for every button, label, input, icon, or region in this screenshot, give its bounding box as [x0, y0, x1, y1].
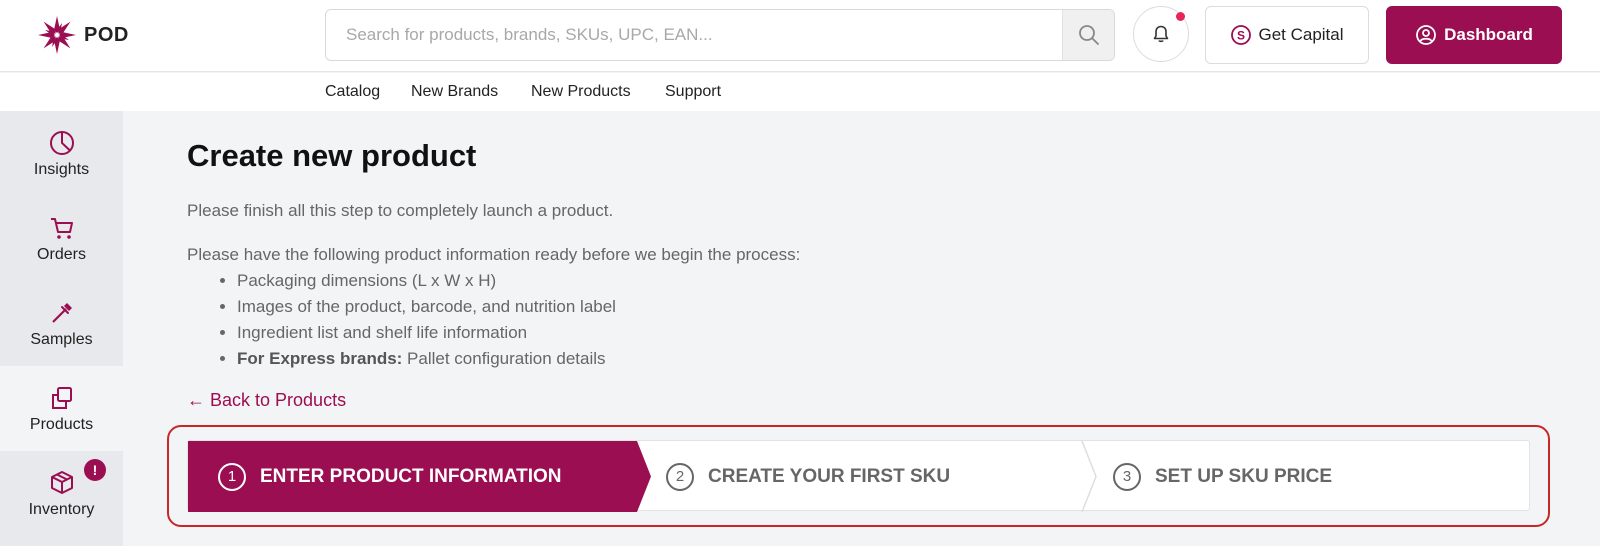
notification-dot [1176, 12, 1185, 21]
sidebar-item-label: Insights [33, 160, 90, 178]
search-button[interactable] [1062, 10, 1114, 60]
step-create-first-sku[interactable]: 2 CREATE YOUR FIRST SKU [666, 441, 950, 512]
subnav-catalog[interactable]: Catalog [325, 83, 380, 101]
pie-chart-icon [49, 130, 74, 155]
sidebar-item-label: Samples [30, 330, 93, 348]
copy-icon [51, 386, 72, 409]
step-label: ENTER PRODUCT INFORMATION [260, 465, 562, 487]
sidebar-item-products[interactable]: Products [0, 366, 123, 451]
step-number: 1 [218, 462, 246, 491]
pod-flower-icon [38, 16, 76, 54]
sidebar-item-orders[interactable]: Orders [0, 196, 123, 281]
sidebar-item-label: Orders [37, 245, 86, 263]
bell-icon [1153, 25, 1169, 43]
alert-badge: ! [84, 459, 106, 481]
svg-text:S: S [1237, 29, 1245, 43]
sidebar-item-label: Inventory [28, 500, 95, 518]
search-icon [1078, 25, 1099, 45]
progress-stepper: 1 ENTER PRODUCT INFORMATION 2 CREATE YOU… [187, 440, 1530, 512]
sub-navigation: Catalog New Brands New Products Support [0, 73, 1600, 111]
sidebar-item-samples[interactable]: Samples [0, 281, 123, 366]
subnav-new-brands[interactable]: New Brands [411, 83, 498, 101]
get-capital-label: Get Capital [1258, 25, 1344, 44]
requirements-list: Packaging dimensions (L x W x H) Images … [237, 271, 616, 375]
express-label: For Express brands: [237, 349, 403, 368]
list-item: Ingredient list and shelf life informati… [237, 323, 616, 349]
box-icon [50, 470, 73, 494]
search-input[interactable] [326, 10, 1061, 60]
user-circle-icon [1416, 25, 1436, 45]
logo[interactable]: POD [36, 14, 129, 56]
page-title: Create new product [187, 138, 477, 173]
step-label: SET UP SKU PRICE [1155, 465, 1333, 487]
list-item: Images of the product, barcode, and nutr… [237, 297, 616, 323]
express-text: Pallet configuration details [402, 349, 606, 368]
cart-icon [50, 217, 73, 239]
logo-text: POD [84, 23, 129, 46]
subnav-support[interactable]: Support [665, 83, 721, 101]
subnav-new-products[interactable]: New Products [531, 83, 631, 101]
list-item: Packaging dimensions (L x W x H) [237, 271, 616, 297]
step-set-up-sku-price[interactable]: 3 SET UP SKU PRICE [1113, 441, 1332, 512]
prep-text: Please have the following product inform… [187, 245, 801, 264]
dollar-circle-icon: S [1231, 25, 1252, 45]
dashboard-label: Dashboard [1444, 25, 1533, 44]
sidebar-item-insights[interactable]: Insights [0, 111, 123, 196]
step-number: 2 [666, 462, 694, 491]
step-number: 3 [1113, 462, 1141, 491]
sidebar-item-label: Products [29, 415, 94, 433]
get-capital-button[interactable]: S Get Capital [1205, 6, 1369, 64]
intro-text: Please finish all this step to completel… [187, 201, 614, 220]
search-bar [325, 9, 1115, 61]
dropper-icon [51, 302, 72, 323]
sidebar-item-inventory[interactable]: Inventory ! [0, 451, 123, 536]
step-label: CREATE YOUR FIRST SKU [708, 465, 951, 487]
back-to-products-link[interactable]: ← Back to Products [187, 390, 346, 411]
list-item: For Express brands: Pallet configuration… [237, 349, 616, 375]
dashboard-button[interactable]: Dashboard [1386, 6, 1562, 64]
top-header: POD S Get Capital Dashboard [0, 0, 1600, 72]
sidebar: Insights Orders Samples Products Invento… [0, 111, 123, 546]
step-enter-product-information[interactable]: 1 ENTER PRODUCT INFORMATION [218, 441, 562, 512]
